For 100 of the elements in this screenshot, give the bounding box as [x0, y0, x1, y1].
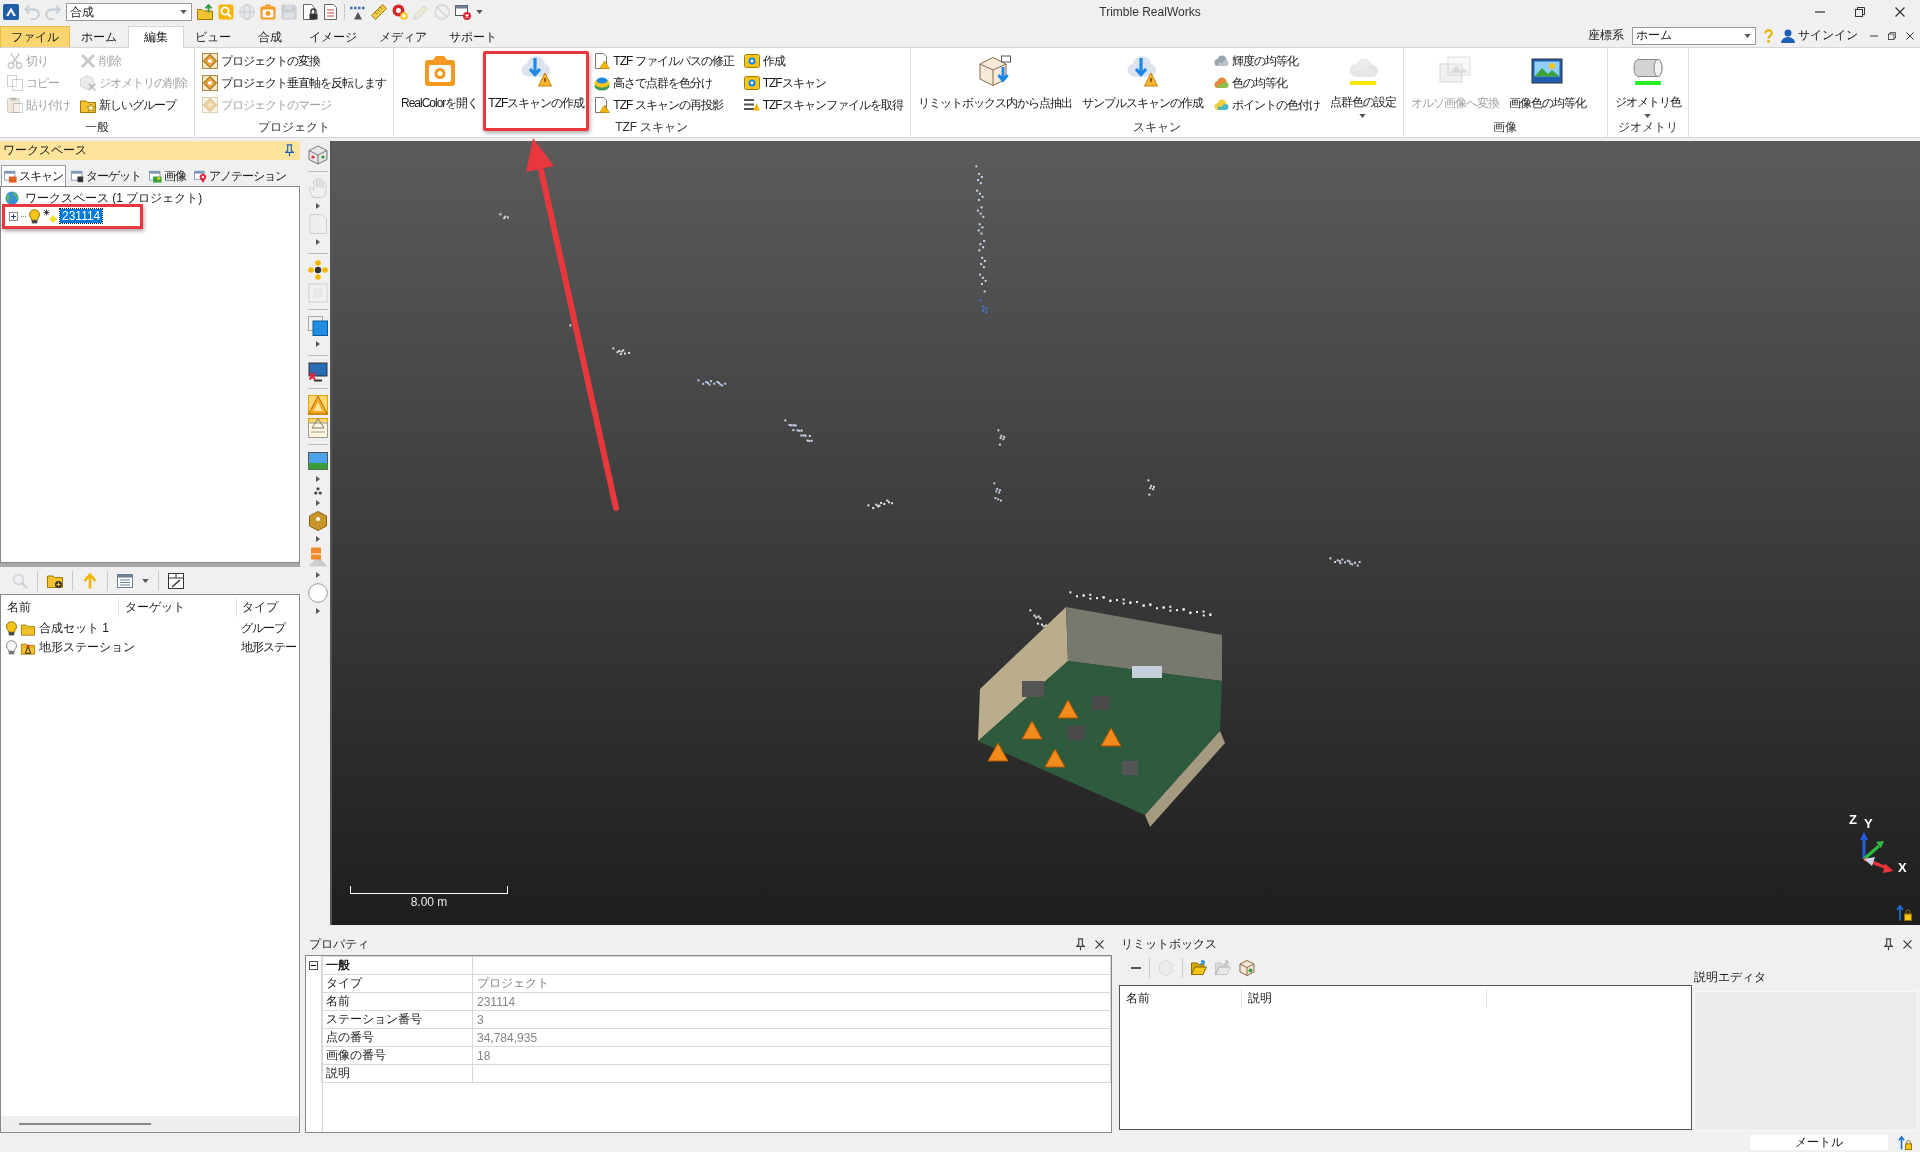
list-view-icon[interactable] — [117, 572, 133, 589]
folder-add-icon[interactable] — [47, 572, 63, 589]
ribbon-button[interactable]: プロジェクトの変換 — [200, 50, 322, 72]
column-header[interactable]: 名前 — [1, 597, 119, 617]
scanner-icon — [743, 75, 760, 91]
column-header[interactable]: 名前 — [1120, 988, 1242, 1008]
box-3d-icon[interactable] — [307, 316, 328, 336]
column-header[interactable]: タイプ — [237, 597, 278, 617]
flyout-arrow-icon[interactable] — [315, 239, 320, 245]
ribbon-button[interactable]: 点群色の設定 — [1327, 50, 1398, 119]
pin-icon[interactable] — [285, 144, 294, 157]
restore-icon[interactable] — [1888, 31, 1896, 40]
delete-icon — [80, 53, 96, 69]
menu-tab[interactable]: メディア — [368, 26, 438, 47]
close-icon[interactable] — [1906, 31, 1914, 40]
scale-label: 8.00 m — [410, 895, 448, 909]
file-menu-tab[interactable]: ファイル — [0, 26, 70, 47]
locked-document-icon[interactable] — [302, 4, 318, 20]
ribbon-button[interactable]: TZFスキャンファイルを取得 — [741, 94, 905, 116]
document-icon[interactable] — [323, 4, 339, 20]
panel-tab[interactable]: 画像 — [146, 166, 189, 186]
caret-icon[interactable] — [476, 10, 483, 14]
column-header[interactable]: ターゲット — [119, 597, 237, 617]
ribbon-button[interactable]: TZF スキャンの再投影 — [592, 94, 725, 116]
scrollbar-thumb[interactable] — [19, 1123, 151, 1125]
ribbon-button[interactable]: プロジェクト垂直軸を反転します — [200, 72, 388, 94]
flyout-arrow-icon[interactable] — [315, 536, 320, 542]
ribbon-button[interactable]: ジオメトリ色 — [1612, 50, 1683, 119]
flyout-arrow-icon[interactable] — [315, 572, 320, 578]
section-header[interactable]: 一般 — [321, 956, 473, 975]
restore-icon[interactable] — [1855, 7, 1865, 17]
station-icon[interactable] — [307, 418, 328, 438]
close-icon[interactable] — [1903, 939, 1912, 949]
property-name: ステーション番号 — [321, 1010, 473, 1029]
nodes-icon[interactable] — [307, 260, 328, 280]
ribbon-button[interactable]: サンプルスキャンの作成 — [1079, 50, 1205, 119]
landscape-icon[interactable] — [307, 451, 328, 471]
ribbon-button[interactable]: TZFスキャンの作成 — [486, 50, 587, 119]
ribbon-button[interactable]: RealColorを開く — [399, 50, 481, 119]
menu-tab[interactable]: 編集 — [128, 26, 184, 48]
tree-item[interactable]: ワークスペース (1 プロジェクト) — [23, 189, 205, 207]
panel-tab[interactable]: スキャン — [1, 165, 66, 186]
folder-open-icon[interactable] — [1191, 960, 1207, 976]
flyout-arrow-icon[interactable] — [315, 500, 320, 506]
folder-star-icon — [80, 97, 96, 113]
lightbulb-icon[interactable] — [6, 640, 17, 655]
ribbon-button[interactable]: 色の均等化 — [1210, 72, 1289, 94]
menu-tab[interactable]: 合成 — [242, 26, 298, 47]
ribbon-button[interactable]: 高さで点群を色分け — [592, 72, 715, 94]
ribbon-button[interactable]: ポイントの色付け — [1210, 94, 1322, 116]
collapse-icon[interactable] — [309, 961, 318, 970]
ribbon-button[interactable]: TZFスキャン — [741, 72, 828, 94]
caret-icon[interactable] — [142, 578, 149, 583]
menu-tab[interactable]: ビュー — [184, 26, 242, 47]
ribbon-button[interactable]: 輝度の均等化 — [1210, 50, 1300, 72]
ribbon-button[interactable]: 作成 — [741, 50, 787, 72]
window-delete-icon[interactable] — [455, 4, 471, 20]
ribbon-button[interactable]: 新しいグループ — [78, 94, 178, 116]
close-icon[interactable] — [1895, 7, 1905, 17]
ruler-icon[interactable] — [371, 4, 387, 20]
monitor-icon[interactable] — [307, 362, 328, 382]
property-value-field[interactable] — [472, 1064, 1111, 1083]
axis-lock-icon[interactable] — [1896, 905, 1912, 921]
layout-dropdown[interactable]: 合成 — [66, 3, 192, 21]
menu-tab[interactable]: ホーム — [70, 26, 128, 47]
close-icon[interactable] — [1095, 939, 1104, 949]
panel-tab[interactable]: アノテーション — [191, 166, 289, 186]
panel-tab[interactable]: ターゲット — [68, 166, 144, 186]
warning-triangle-icon[interactable] — [307, 395, 328, 415]
column-header[interactable]: 説明 — [1242, 988, 1487, 1008]
flyout-arrow-icon[interactable] — [315, 608, 320, 614]
tree-item[interactable]: 231114 — [60, 209, 103, 223]
pin-icon[interactable] — [1076, 937, 1085, 951]
document-warning-icon — [594, 53, 611, 69]
flyout-arrow-icon[interactable] — [315, 203, 320, 209]
coordinate-system-dropdown[interactable]: ホーム — [1632, 26, 1756, 45]
ribbon-button[interactable]: リミットボックス内から点抽出 — [915, 50, 1074, 119]
ribbon-button[interactable]: TZF ファイルパスの修正 — [592, 50, 736, 72]
lightbulb-icon[interactable] — [29, 208, 40, 224]
cube-icon[interactable] — [307, 145, 328, 165]
flyout-arrow-icon[interactable] — [315, 476, 320, 482]
pin-icon[interactable] — [1884, 937, 1893, 951]
window-edit-icon[interactable] — [168, 572, 184, 589]
axis-label: X — [1898, 861, 1907, 875]
dots-icon[interactable] — [313, 487, 322, 495]
ribbon-button[interactable]: 画像色の均等化 — [1506, 50, 1588, 119]
flyout-arrow-icon[interactable] — [315, 341, 320, 347]
menu-tab[interactable]: イメージ — [298, 26, 368, 47]
cylinder-icon — [1631, 58, 1664, 78]
sign-in-button[interactable]: サインイン — [1781, 27, 1858, 44]
expand-icon[interactable] — [9, 211, 18, 221]
app-logo-icon[interactable] — [3, 4, 19, 20]
box-icon[interactable] — [1239, 960, 1255, 976]
coordinate-system-label: 座標系 — [1588, 27, 1624, 44]
lightbulb-icon[interactable] — [6, 621, 17, 636]
menu-tab[interactable]: サポート — [438, 26, 508, 47]
measure-icon[interactable] — [350, 4, 366, 20]
folder-arrow-icon[interactable] — [197, 4, 213, 20]
target-add-icon[interactable] — [392, 4, 408, 20]
3d-viewport[interactable]: 8.00 m Z Y X — [332, 141, 1920, 925]
